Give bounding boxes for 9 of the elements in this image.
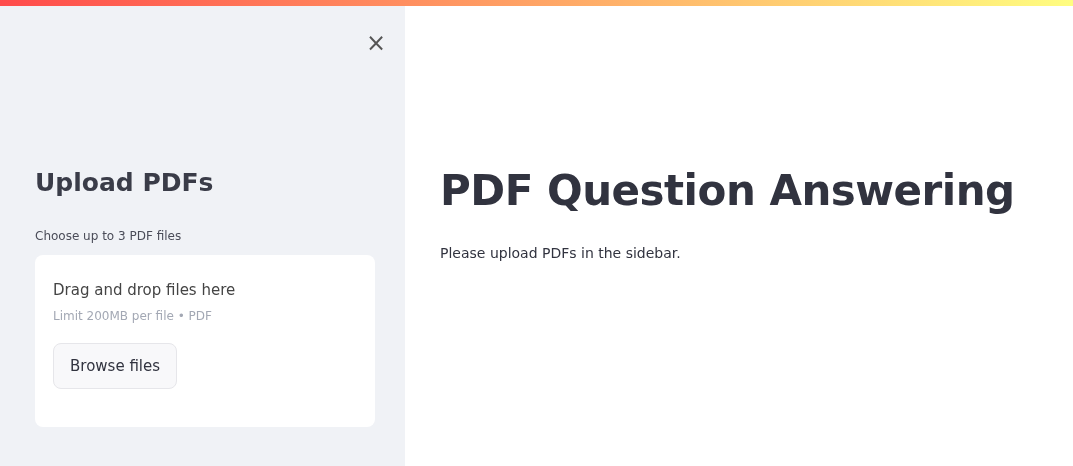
page-title: PDF Question Answering — [440, 166, 1016, 215]
file-drop-zone[interactable]: Drag and drop files here Limit 200MB per file • PDF Browse files — [35, 255, 375, 427]
uploader-label: Choose up to 3 PDF files — [35, 229, 183, 243]
browse-files-button[interactable]: Browse files — [53, 343, 178, 389]
sidebar-heading: Upload PDFs — [35, 168, 215, 197]
info-message: Please upload PDFs in the sidebar. — [440, 245, 682, 261]
drop-instructions: Drag and drop files here — [53, 281, 237, 299]
close-button[interactable]: × — [365, 30, 386, 56]
file-limit-text: Limit 200MB per file • PDF — [53, 309, 213, 323]
